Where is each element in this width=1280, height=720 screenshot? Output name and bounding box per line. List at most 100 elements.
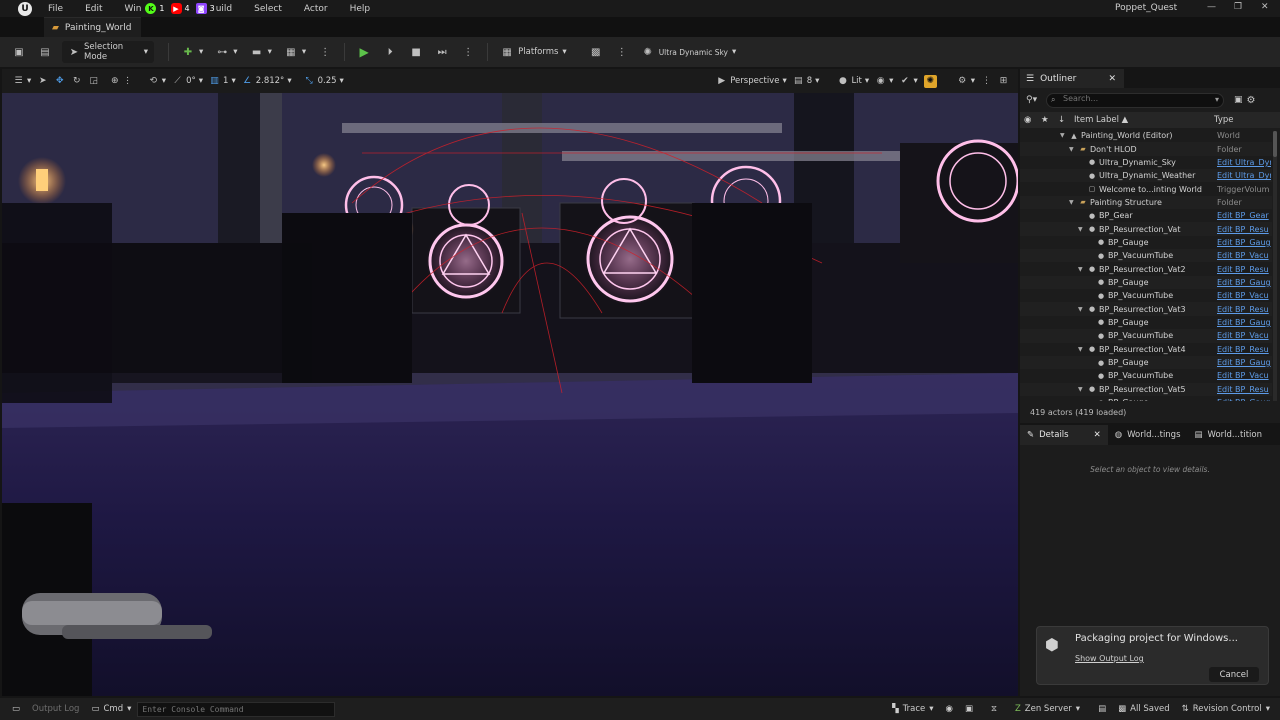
menu-edit[interactable]: Edit (85, 4, 102, 14)
item-label-column[interactable]: Item Label ▲ (1074, 115, 1128, 125)
select-tool-button[interactable]: ➤ (34, 72, 51, 90)
zen-server-dropdown[interactable]: Z Zen Server ▾ (1009, 698, 1086, 720)
snapshot-button[interactable]: ▣ (959, 698, 979, 720)
rotate-tool-button[interactable]: ↻ (68, 72, 85, 90)
edit-blueprint-link[interactable]: Edit BP_Vacu (1217, 371, 1271, 380)
cmd-dropdown[interactable]: ▭ Cmd ▾ (85, 698, 137, 720)
outliner-row[interactable]: ●BP_Gauge Edit BP_Gaug (1020, 316, 1272, 329)
edit-blueprint-link[interactable]: Edit BP_Resu (1217, 385, 1271, 394)
edit-blueprint-link[interactable]: Edit BP_Vacu (1217, 291, 1271, 300)
expand-arrow-icon[interactable]: ▼ (1078, 346, 1085, 353)
expand-arrow-icon[interactable]: ▼ (1078, 306, 1085, 313)
save-button[interactable]: ▣ (6, 41, 32, 63)
edit-blueprint-link[interactable]: Edit BP_Gear (1217, 211, 1271, 220)
more-options-button[interactable]: ⋮ (312, 41, 338, 63)
source-control-button[interactable]: ▩ (583, 41, 609, 63)
outliner-row[interactable]: ▼ ● BP_Resurrection_Vat Edit BP_Resu (1020, 222, 1272, 236)
outliner-row[interactable]: ▢ Welcome to...inting World TriggerVolum (1020, 182, 1272, 195)
menu-file[interactable]: File (48, 4, 63, 14)
level-tab[interactable]: ▰ Painting_World (44, 17, 142, 37)
camera-speed-dropdown[interactable]: ▤ 8 ▾ (790, 72, 823, 90)
extra-options-button[interactable]: ⋮ (609, 41, 635, 63)
cinematics-button[interactable]: ▬ ▾ (244, 41, 278, 63)
viewport-settings-button[interactable]: ⚙ ▾ (954, 72, 978, 90)
pin-column-icon[interactable]: ↓ (1058, 115, 1065, 125)
filter-icon[interactable]: ⚲▾ (1026, 95, 1042, 105)
expand-arrow-icon[interactable]: ▼ (1069, 146, 1076, 153)
search-input[interactable] (1063, 93, 1213, 103)
platforms-dropdown[interactable]: ▦ Platforms ▾ (494, 41, 573, 63)
tab-world-partition[interactable]: ▤ World...tition (1188, 425, 1269, 445)
scale-tool-button[interactable]: ◲ (85, 72, 102, 90)
viewport-layout-button[interactable]: ⊞ (995, 72, 1012, 90)
outliner-row[interactable]: ● Ultra_Dynamic_Weather Edit Ultra_Dyn (1020, 169, 1272, 183)
edit-blueprint-link[interactable]: Edit BP_Gaug (1217, 238, 1271, 247)
expand-arrow-icon[interactable]: ▼ (1060, 132, 1067, 139)
outliner-row[interactable]: ▼ ▲ Painting_World (Editor) World (1020, 129, 1272, 142)
outliner-row[interactable]: ▼ ▰ Don't HLOD Folder (1020, 142, 1272, 156)
coordinate-space-button[interactable]: ⊕ ⋮ (106, 72, 135, 90)
show-output-log-link[interactable]: Show Output Log (1075, 654, 1144, 663)
minimize-button[interactable]: — (1207, 2, 1216, 12)
advance-frame-button[interactable]: ⏵ (377, 41, 403, 63)
level-viewport[interactable]: ☰ ▾ ➤ ✥ ↻ ◲ ⊕ ⋮ ⟲ ▾ ⟋ 0° ▾ ▥ 1 ▾ ∠ 2.812° ▾ ⤡ 0.25… (2, 69, 1018, 696)
type-column[interactable]: Type (1214, 115, 1234, 125)
ultra-dynamic-sky-dropdown[interactable]: ✺ Ultra Dynamic Sky ▾ (635, 41, 743, 63)
viewport-more-button[interactable]: ⋮ (978, 72, 995, 90)
outliner-row[interactable]: ● BP_VacuumTube Edit BP_Vacu (1020, 369, 1272, 382)
play-button[interactable]: ▶ (351, 41, 377, 63)
scrollbar-thumb[interactable] (1273, 131, 1277, 157)
tab-outliner[interactable]: ☰ Outliner ✕ (1020, 69, 1124, 88)
chevron-down-icon[interactable]: ▾ (1215, 95, 1219, 104)
record-button[interactable]: ◉ (940, 698, 959, 720)
content-browser-button[interactable]: ▤ (32, 41, 58, 63)
derived-data-button[interactable]: ⧖ (985, 698, 1003, 720)
edit-blueprint-link[interactable]: Edit BP_Gaug (1217, 398, 1271, 401)
gear-icon[interactable]: ⚙ (1247, 95, 1256, 106)
edit-blueprint-link[interactable]: Edit BP_Resu (1217, 265, 1271, 274)
menu-help[interactable]: Help (350, 4, 371, 14)
add-folder-icon[interactable]: ▣ (1234, 95, 1243, 105)
stop-button[interactable]: ■ (403, 41, 429, 63)
restore-button[interactable]: ❐ (1234, 2, 1242, 12)
selection-mode-dropdown[interactable]: ➤ Selection Mode ▾ (62, 41, 154, 63)
visibility-column-icon[interactable]: ◉ (1024, 115, 1031, 125)
expand-arrow-icon[interactable]: ▼ (1078, 386, 1085, 393)
outliner-scrollbar[interactable] (1273, 131, 1277, 401)
menu-select[interactable]: Select (254, 4, 282, 14)
favorite-column-icon[interactable]: ★ (1041, 115, 1049, 125)
outliner-row[interactable]: ● BP_VacuumTube Edit BP_Vacu (1020, 329, 1272, 343)
perspective-dropdown[interactable]: ▶ Perspective ▾ (713, 72, 790, 90)
cancel-button[interactable]: Cancel (1209, 667, 1259, 682)
add-actor-button[interactable]: ✚ ▾ (175, 41, 209, 63)
close-icon[interactable]: ✕ (1108, 74, 1116, 84)
trace-dropdown[interactable]: ▚ Trace ▾ (886, 698, 939, 720)
angle-snap-button[interactable]: ∠ 2.812° ▾ (239, 72, 295, 90)
game-view-toggle[interactable]: ✺ (921, 72, 940, 90)
all-saved-button[interactable]: ▩ All Saved (1112, 698, 1176, 720)
pending-changes-button[interactable]: ▤ (1092, 698, 1112, 720)
outliner-row[interactable]: ▼ ● BP_Resurrection_Vat3 Edit BP_Resu (1020, 302, 1272, 316)
edit-blueprint-link[interactable]: Edit BP_Resu (1217, 305, 1271, 314)
lit-mode-dropdown[interactable]: ● Lit ▾ (834, 72, 872, 90)
rotation-snap-button[interactable]: ⟋ 0° ▾ (169, 72, 206, 90)
console-command-input[interactable] (137, 701, 336, 717)
translate-tool-button[interactable]: ✥ (51, 72, 68, 90)
scale-snap-button[interactable]: ⤡ 0.25 ▾ (301, 72, 347, 90)
outliner-row[interactable]: ●BP_Gauge Edit BP_Gaug (1020, 355, 1272, 370)
grid-snap-button[interactable]: ▥ 1 ▾ (206, 72, 239, 90)
outliner-row[interactable]: ●BP_Gauge Edit BP_Gaug (1020, 275, 1272, 290)
outliner-search-box[interactable]: ⌕ ▾ (1046, 92, 1224, 108)
play-options-button[interactable]: ⋮ (455, 41, 481, 63)
edit-blueprint-link[interactable]: Edit Ultra_Dyn (1217, 171, 1271, 180)
surface-snap-button[interactable]: ⟲ ▾ (145, 72, 169, 90)
menu-build[interactable]: uild (216, 4, 232, 14)
tab-details[interactable]: ✎ Details ✕ (1020, 425, 1108, 445)
edit-blueprint-link[interactable]: Edit BP_Resu (1217, 345, 1271, 354)
outliner-row[interactable]: ▼ ● BP_Resurrection_Vat2 Edit BP_Resu (1020, 262, 1272, 275)
unreal-logo-icon[interactable]: U (18, 1, 32, 16)
blueprints-button[interactable]: ⊶ ▾ (209, 41, 243, 63)
eject-button[interactable]: ⏭ (429, 41, 455, 63)
edit-blueprint-link[interactable]: Edit Ultra_Dyn (1217, 158, 1271, 167)
edit-blueprint-link[interactable]: Edit BP_Gaug (1217, 358, 1271, 367)
